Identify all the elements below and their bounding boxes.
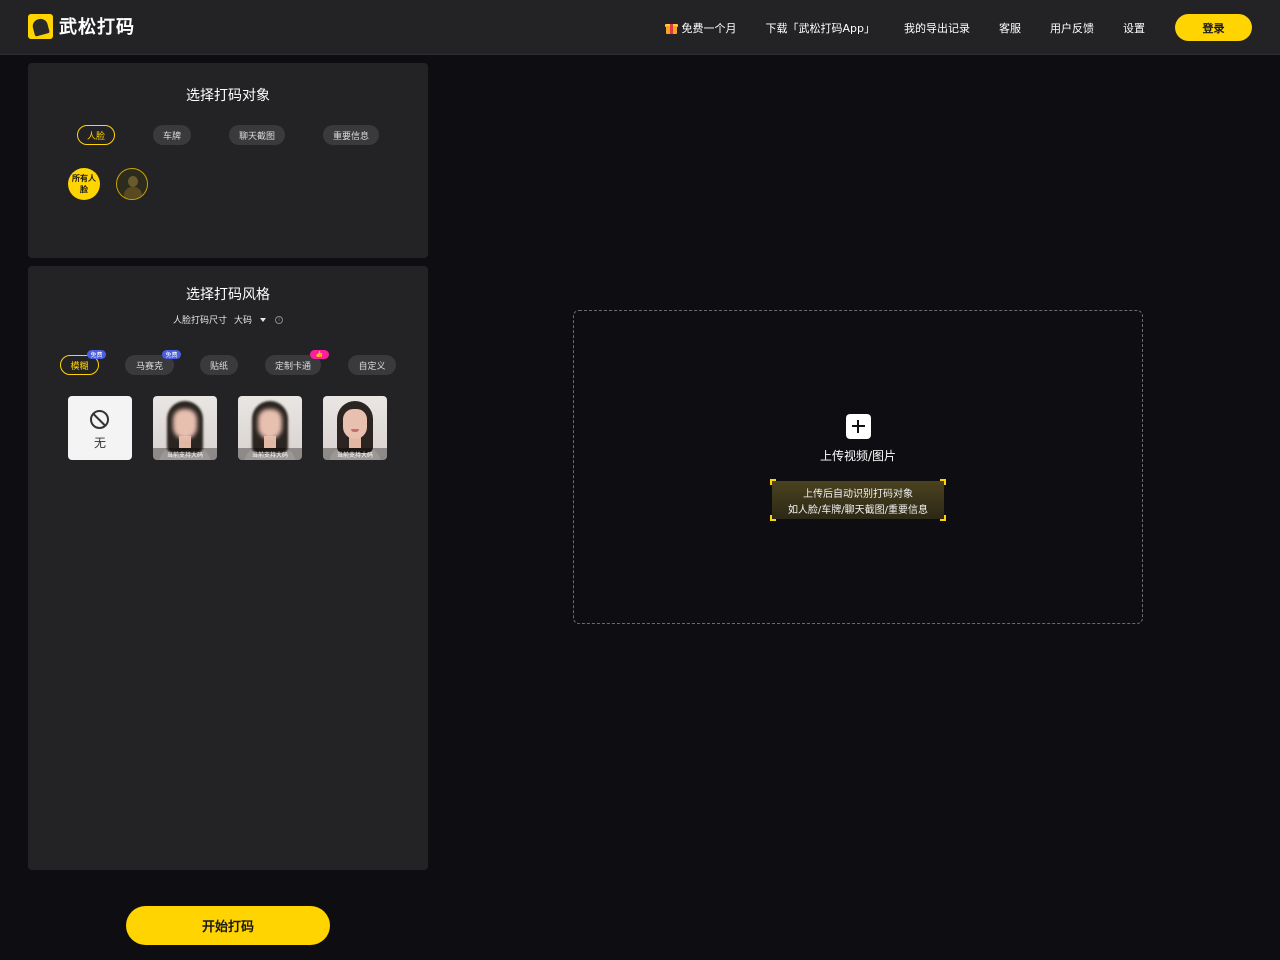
face-size-selector[interactable]: 人脸打码尺寸 大码 i	[28, 313, 428, 326]
style-card-caption: 当前支持大码	[323, 448, 387, 460]
nav-settings[interactable]: 设置	[1123, 20, 1145, 36]
upload-hint-line-2: 如人脸/车牌/聊天截图/重要信息	[787, 505, 929, 516]
style-card-caption: 当前支持大码	[153, 448, 217, 460]
info-icon[interactable]: i	[275, 315, 284, 324]
style-card-caption: 当前支持大码	[238, 448, 302, 460]
style-card-blur-3[interactable]: 当前支持大码	[323, 396, 387, 460]
nav-export-history[interactable]: 我的导出记录	[904, 20, 970, 36]
nav-free-month-label: 免费一个月	[681, 21, 737, 35]
free-badge: 免费	[162, 350, 181, 359]
nav-free-month[interactable]: 免费一个月	[664, 20, 737, 36]
face-size-value: 大码	[234, 316, 253, 326]
style-panel: 选择打码风格 人脸打码尺寸 大码 i 模糊 免费 马赛克 免费 贴纸 定制卡通 …	[28, 266, 428, 870]
style-card-blur-1[interactable]: 当前支持大码	[153, 396, 217, 460]
tab-important-info[interactable]: 重要信息	[323, 125, 379, 145]
upload-dropzone[interactable]: 上传视频/图片 上传后自动识别打码对象 如人脸/车牌/聊天截图/重要信息	[573, 310, 1143, 624]
face-size-label: 人脸打码尺寸	[172, 316, 227, 326]
style-tab-sticker[interactable]: 贴纸	[200, 355, 238, 375]
top-nav: 免费一个月 下载「武松打码App」 我的导出记录 客服 用户反馈 设置 登录	[664, 0, 1280, 55]
tab-license-plate[interactable]: 车牌	[153, 125, 191, 145]
start-masking-button[interactable]: 开始打码	[126, 906, 330, 945]
style-card-none-label: 无	[93, 436, 106, 450]
thumbs-up-icon: 👍	[310, 350, 329, 359]
logo-text: 武松打码	[59, 17, 135, 38]
target-panel: 选择打码对象 人脸 车牌 聊天截图 重要信息 所有人脸	[28, 63, 428, 258]
nav-customer-service[interactable]: 客服	[999, 20, 1021, 36]
all-faces-button[interactable]: 所有人脸	[68, 168, 100, 200]
upload-hint-line-1: 上传后自动识别打码对象	[803, 489, 913, 500]
prohibited-icon	[90, 410, 109, 429]
tab-face[interactable]: 人脸	[77, 125, 115, 145]
logo[interactable]: 武松打码	[28, 13, 135, 39]
style-tab-custom[interactable]: 自定义	[348, 355, 396, 375]
martial-artist-logo-icon	[28, 13, 53, 39]
free-badge: 免费	[87, 350, 106, 359]
nav-download-app[interactable]: 下载「武松打码App」	[766, 20, 876, 36]
style-panel-title: 选择打码风格	[186, 287, 270, 303]
nav-feedback[interactable]: 用户反馈	[1050, 20, 1094, 36]
all-faces-label: 所有人脸	[72, 174, 96, 194]
chevron-down-icon	[260, 317, 267, 322]
target-panel-title: 选择打码对象	[186, 88, 270, 104]
style-card-blur-2[interactable]: 当前支持大码	[238, 396, 302, 460]
detected-face-thumbnail[interactable]	[116, 168, 148, 200]
gift-icon	[664, 22, 678, 34]
top-header: 武松打码 免费一个月 下载「武松打码App」 我的导出记录 客服 用户反馈 设置…	[0, 0, 1280, 55]
plus-icon	[846, 414, 871, 439]
upload-hint: 上传后自动识别打码对象 如人脸/车牌/聊天截图/重要信息	[770, 479, 946, 521]
login-button[interactable]: 登录	[1175, 14, 1252, 41]
upload-label: 上传视频/图片	[819, 449, 897, 463]
tab-chat-screenshot[interactable]: 聊天截图	[229, 125, 285, 145]
style-card-none[interactable]: 无	[68, 396, 132, 460]
